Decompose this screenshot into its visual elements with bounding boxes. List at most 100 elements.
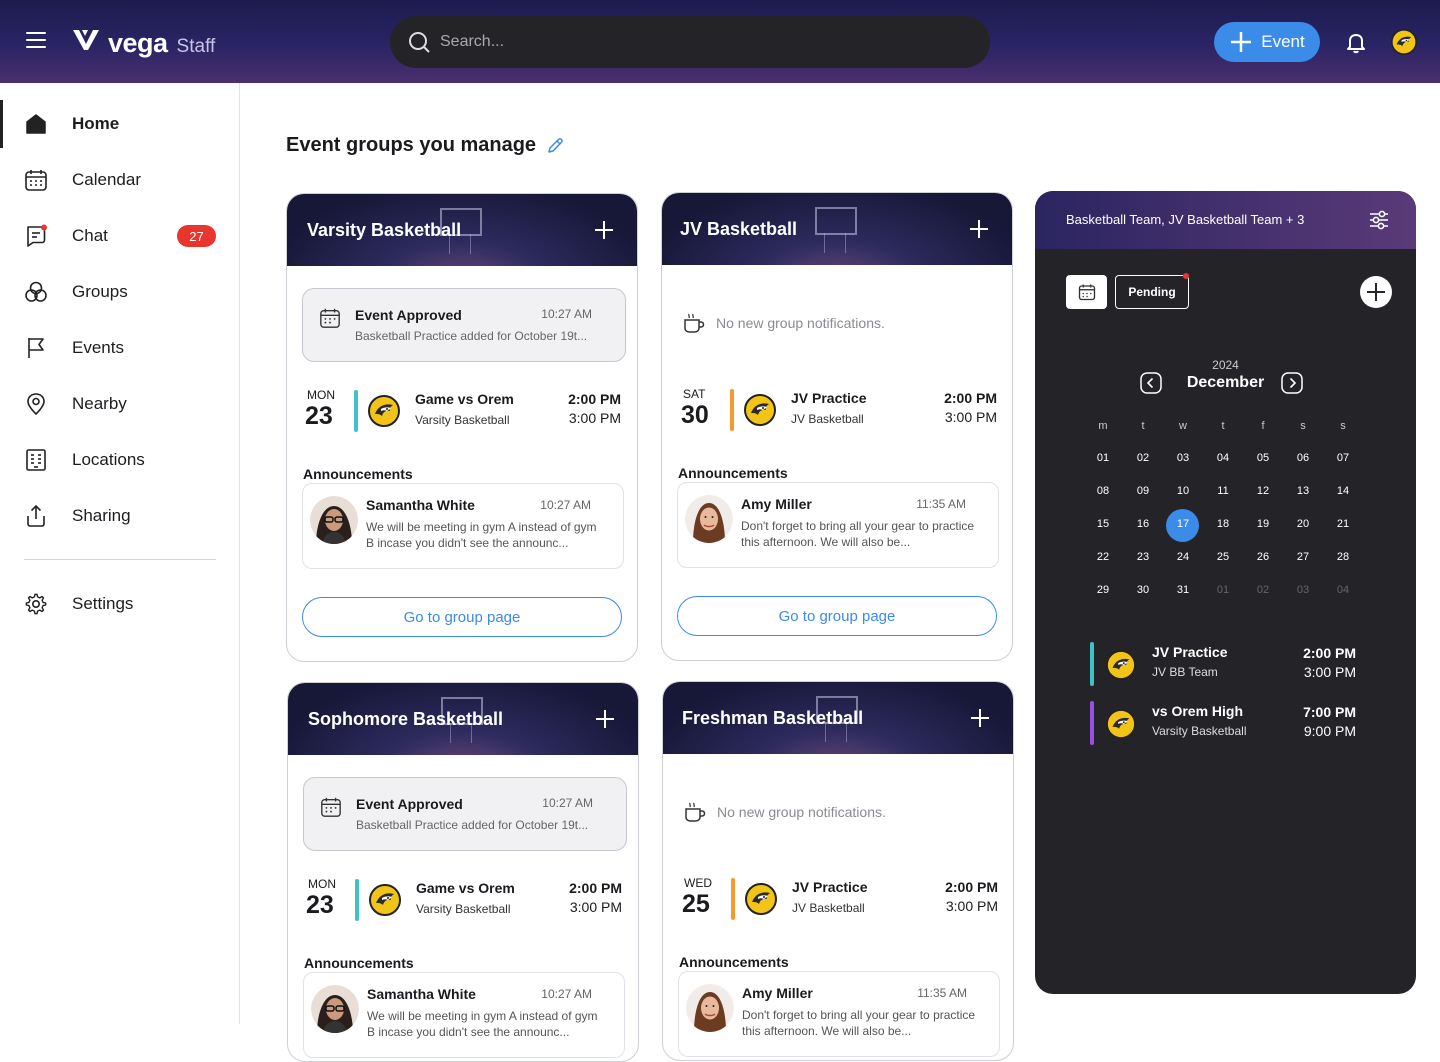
announcement-item[interactable]: Amy Miller 11:35 AM Don't forget to brin… <box>678 971 1000 1057</box>
notification-card[interactable]: Event Approved 10:27 AM Basketball Pract… <box>302 288 626 362</box>
calendar-day[interactable]: 03 <box>1163 452 1203 485</box>
add-icon[interactable] <box>593 219 615 241</box>
calendar-filter-bar[interactable]: Basketball Team, JV Basketball Team + 3 <box>1035 191 1416 249</box>
calendar-day[interactable]: 04 <box>1203 452 1243 485</box>
announcement-item[interactable]: Samantha White 10:27 AM We will be meeti… <box>302 483 624 569</box>
calendar-day-number: 18 <box>1216 518 1230 530</box>
event-color-bar <box>1090 642 1094 686</box>
notification-card[interactable]: Event Approved 10:27 AM Basketball Pract… <box>303 777 627 851</box>
calendar-day-number: 23 <box>1136 551 1150 563</box>
calendar-event[interactable]: JV Practice JV BB Team 2:00 PM 3:00 PM <box>1090 642 1370 686</box>
sidebar-item-settings[interactable]: Settings <box>0 580 240 628</box>
calendar-day-number: 17 <box>1176 518 1190 530</box>
calendar-day[interactable]: 31 <box>1163 584 1203 617</box>
calendar-day[interactable]: 05 <box>1243 452 1283 485</box>
weekday-label: s <box>1300 420 1306 432</box>
sidebar-item-calendar[interactable]: Calendar <box>0 156 240 204</box>
calendar-day[interactable]: 07 <box>1323 452 1363 485</box>
bell-icon[interactable] <box>1344 30 1368 54</box>
go-to-group-button[interactable]: Go to group page <box>302 597 622 637</box>
brand-logo[interactable]: vega Staff <box>72 28 215 59</box>
search-input[interactable] <box>440 33 940 51</box>
upcoming-event[interactable]: MON 23 Game vs Orem Varsity Basketball 2… <box>306 877 626 925</box>
event-start: 2:00 PM <box>944 390 997 406</box>
calendar-day[interactable]: 12 <box>1243 485 1283 518</box>
calendar-day[interactable]: 09 <box>1123 485 1163 518</box>
sidebar-item-groups[interactable]: Groups <box>0 268 240 316</box>
add-icon[interactable] <box>969 707 991 729</box>
calendar-day[interactable]: 21 <box>1323 518 1363 551</box>
add-circle-icon[interactable] <box>1360 276 1392 308</box>
calendar-day[interactable]: 11 <box>1203 485 1243 518</box>
search-bar[interactable] <box>390 16 990 68</box>
calendar-day[interactable]: 01 <box>1083 452 1123 485</box>
calendar-day[interactable]: 15 <box>1083 518 1123 551</box>
announcements-heading: Announcements <box>679 954 789 970</box>
calendar-day[interactable]: 23 <box>1123 551 1163 584</box>
add-event-button[interactable]: Event <box>1214 22 1320 62</box>
calendar-day[interactable]: 04 <box>1323 584 1363 617</box>
announcement-item[interactable]: Amy Miller 11:35 AM Don't forget to brin… <box>677 482 999 568</box>
calendar-day[interactable]: 18 <box>1203 518 1243 551</box>
calendar-view-button[interactable] <box>1066 275 1107 309</box>
add-icon[interactable] <box>594 708 616 730</box>
calendar-day[interactable]: 13 <box>1283 485 1323 518</box>
calendar-day[interactable]: 17 <box>1163 509 1203 551</box>
calendar-day[interactable]: 24 <box>1163 551 1203 584</box>
calendar-day[interactable]: 03 <box>1283 584 1323 617</box>
filter-sliders-icon[interactable] <box>1368 209 1390 231</box>
calendar-day[interactable]: 06 <box>1283 452 1323 485</box>
chevron-left-icon[interactable] <box>1140 372 1162 394</box>
sidebar-item-chat[interactable]: Chat 27 <box>0 212 240 260</box>
search-icon <box>409 32 430 53</box>
announcement-author: Amy Miller <box>742 985 813 1001</box>
calendar-day[interactable]: 28 <box>1323 551 1363 584</box>
announcement-item[interactable]: Samantha White 10:27 AM We will be meeti… <box>303 972 625 1058</box>
vega-logo-icon <box>73 30 99 50</box>
calendar-day[interactable]: 25 <box>1203 551 1243 584</box>
event-color-bar <box>1090 701 1094 745</box>
calendar-event[interactable]: vs Orem High Varsity Basketball 7:00 PM … <box>1090 701 1370 745</box>
upcoming-event[interactable]: SAT 30 JV Practice JV Basketball 2:00 PM… <box>681 387 1001 435</box>
calendar-day[interactable]: 20 <box>1283 518 1323 551</box>
announcements-heading: Announcements <box>678 465 788 481</box>
menu-icon[interactable] <box>26 32 46 48</box>
sidebar-divider <box>24 559 216 560</box>
upcoming-event[interactable]: MON 23 Game vs Orem Varsity Basketball 2… <box>305 388 625 436</box>
calendar-day[interactable]: 02 <box>1123 452 1163 485</box>
event-start: 2:00 PM <box>569 880 622 896</box>
calendar-day[interactable]: 19 <box>1243 518 1283 551</box>
chat-icon <box>27 224 47 247</box>
calendar-day[interactable]: 26 <box>1243 551 1283 584</box>
pending-button[interactable]: Pending <box>1115 275 1189 309</box>
calendar-day[interactable]: 22 <box>1083 551 1123 584</box>
sidebar-item-nearby[interactable]: Nearby <box>0 380 240 428</box>
avatar <box>311 985 359 1033</box>
chevron-right-icon[interactable] <box>1281 372 1303 394</box>
sidebar-item-locations[interactable]: Locations <box>0 436 240 484</box>
calendar-day[interactable]: 16 <box>1123 518 1163 551</box>
calendar-day-number: 26 <box>1256 551 1270 563</box>
add-icon[interactable] <box>968 218 990 240</box>
sidebar-item-sharing[interactable]: Sharing <box>0 492 240 540</box>
team-eagle-icon <box>1106 709 1136 739</box>
calendar-day[interactable]: 01 <box>1203 584 1243 617</box>
calendar-day[interactable]: 30 <box>1123 584 1163 617</box>
group-card-jv: JV Basketball No new group notifications… <box>661 192 1013 661</box>
calendar-day[interactable]: 29 <box>1083 584 1123 617</box>
calendar-day-number: 11 <box>1217 485 1229 497</box>
calendar-day[interactable]: 14 <box>1323 485 1363 518</box>
calendar-day[interactable]: 27 <box>1283 551 1323 584</box>
announcement-time: 11:35 AM <box>917 986 967 1000</box>
edit-pencil-icon[interactable] <box>546 137 564 155</box>
event-weekday: MON <box>308 877 336 891</box>
upcoming-event[interactable]: WED 25 JV Practice JV Basketball 2:00 PM… <box>682 876 1002 924</box>
sidebar-item-events[interactable]: Events <box>0 324 240 372</box>
hoop-graphic <box>815 207 857 235</box>
calendar-day[interactable]: 02 <box>1243 584 1283 617</box>
sidebar-item-home[interactable]: Home <box>0 100 240 148</box>
event-start: 7:00 PM <box>1303 704 1356 720</box>
user-avatar[interactable] <box>1391 29 1417 55</box>
calendar-day[interactable]: 08 <box>1083 485 1123 518</box>
go-to-group-button[interactable]: Go to group page <box>677 596 997 636</box>
